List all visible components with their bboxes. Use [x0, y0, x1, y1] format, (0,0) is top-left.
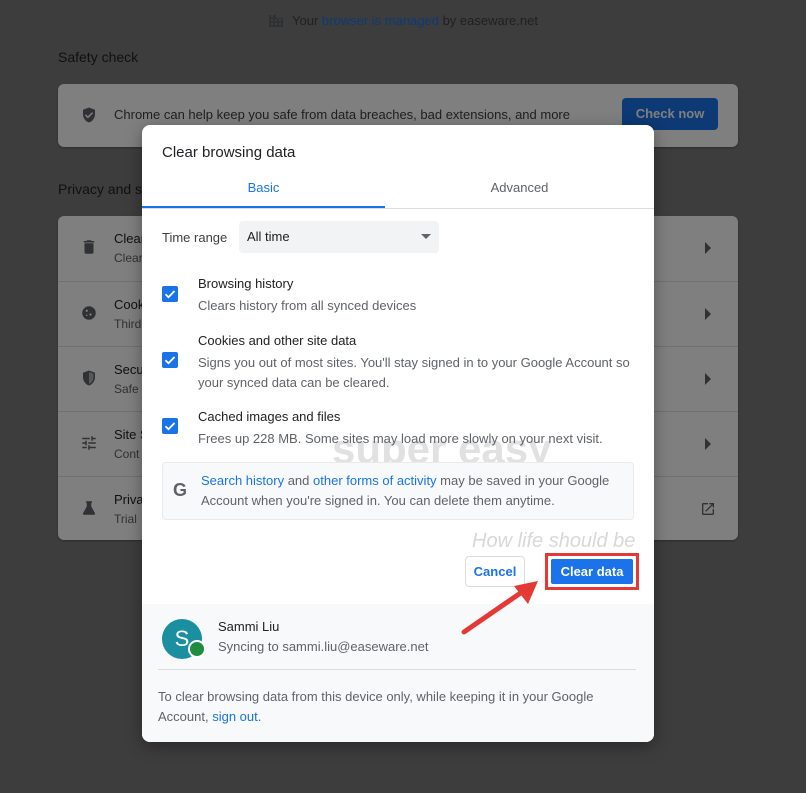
google-activity-notice: G Search history and other forms of acti…: [162, 462, 634, 520]
time-range-label: Time range: [162, 230, 228, 245]
search-history-link[interactable]: Search history: [201, 473, 284, 488]
account-section: S Sammi Liu Syncing to sammi.liu@easewar…: [142, 604, 654, 742]
tab-advanced[interactable]: Advanced: [412, 180, 627, 208]
cookies-checkbox[interactable]: [162, 352, 178, 368]
tab-basic[interactable]: Basic: [142, 180, 385, 208]
option-cookies: Cookies and other site data Signs you ou…: [162, 333, 642, 393]
option-browsing-history: Browsing history Clears history from all…: [162, 276, 642, 316]
option-cached-images: Cached images and files Frees up 228 MB.…: [162, 409, 642, 449]
sync-icon: [188, 640, 206, 658]
dropdown-arrow-icon: [421, 234, 431, 239]
check-icon: [164, 290, 176, 299]
time-range-select[interactable]: All time: [239, 221, 439, 253]
account-sync-status: Syncing to sammi.liu@easeware.net: [218, 639, 429, 654]
check-icon: [164, 356, 176, 365]
sign-out-link[interactable]: sign out: [212, 709, 258, 724]
account-divider: [158, 669, 636, 670]
account-name: Sammi Liu: [218, 619, 280, 634]
dialog-title: Clear browsing data: [162, 144, 296, 161]
tab-divider: [142, 208, 654, 209]
clear-data-highlight: Clear data: [545, 553, 639, 590]
cached-images-checkbox[interactable]: [162, 418, 178, 434]
sign-out-note: To clear browsing data from this device …: [158, 689, 594, 724]
clear-data-button[interactable]: Clear data: [551, 559, 633, 584]
browsing-history-checkbox[interactable]: [162, 286, 178, 302]
other-activity-link[interactable]: other forms of activity: [313, 473, 437, 488]
check-icon: [164, 422, 176, 431]
clear-browsing-data-dialog: Clear browsing data Basic Advanced Time …: [142, 125, 654, 742]
watermark-tagline: How life should be: [472, 530, 636, 552]
google-g-icon: G: [173, 480, 188, 500]
pointer-arrow-icon: [461, 581, 538, 635]
